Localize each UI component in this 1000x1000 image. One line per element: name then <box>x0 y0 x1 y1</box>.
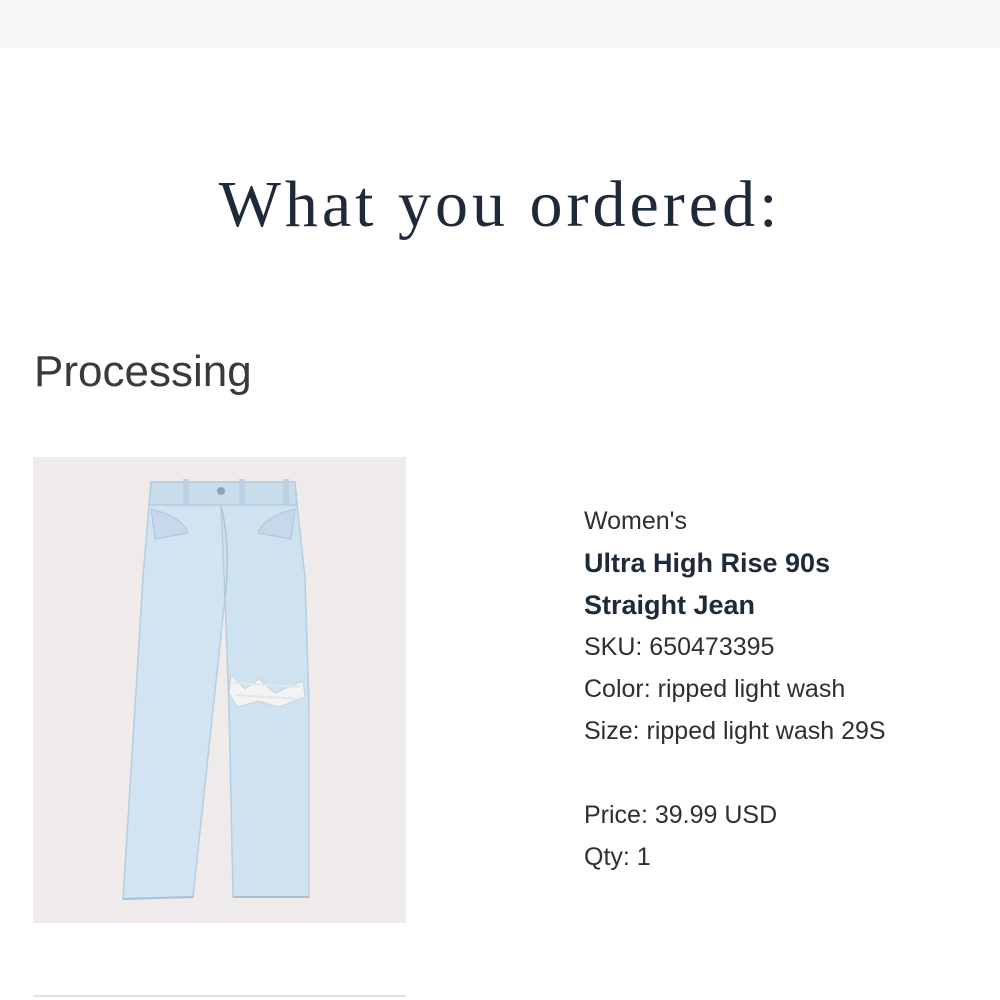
item-name-line-2[interactable]: Straight Jean <box>584 584 984 626</box>
item-size: Size: ripped light wash 29S <box>584 717 886 745</box>
item-sku: SKU: 650473395 <box>584 633 775 661</box>
divider <box>33 995 406 997</box>
details-spacer <box>584 752 984 794</box>
order-status-heading: Processing <box>34 347 252 396</box>
product-image[interactable] <box>33 457 406 923</box>
item-price: Price: 39.99 USD <box>584 801 778 829</box>
top-band <box>0 0 1000 48</box>
page-title: What you ordered: <box>218 168 782 241</box>
item-color: Color: ripped light wash <box>584 675 846 703</box>
jeans-icon <box>33 457 406 923</box>
item-details: Women's Ultra High Rise 90s Straight Jea… <box>584 500 984 878</box>
item-category: Women's <box>584 507 687 535</box>
item-qty: Qty: 1 <box>584 843 651 871</box>
item-name-line-1[interactable]: Ultra High Rise 90s <box>584 542 984 584</box>
